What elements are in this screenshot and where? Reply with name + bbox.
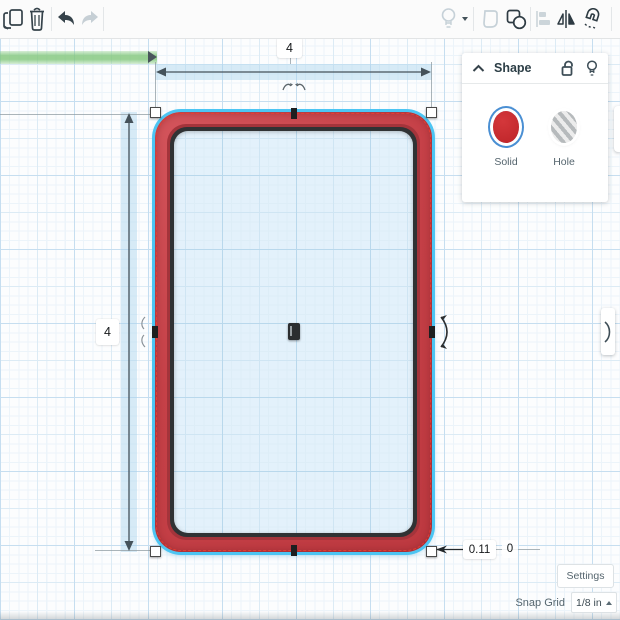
ruler-green-band	[0, 51, 157, 64]
chevron-up-icon[interactable]	[472, 64, 485, 73]
align-icon[interactable]	[533, 0, 553, 38]
lightbulb-icon[interactable]	[586, 59, 598, 77]
resize-handle-top-right[interactable]	[426, 107, 437, 118]
toolbar-divider	[51, 7, 52, 31]
rotate-handle-left-icon[interactable]	[138, 315, 148, 349]
top-toolbar	[0, 0, 620, 39]
shape-panel-header: Shape	[462, 53, 608, 84]
resize-handle-top-left[interactable]	[150, 107, 161, 118]
raise-lower-handle[interactable]	[287, 323, 300, 340]
toolbar-divider	[611, 7, 612, 31]
mirror-icon[interactable]	[555, 0, 577, 38]
unlock-icon[interactable]	[561, 60, 575, 77]
shape-panel-title: Shape	[494, 61, 532, 75]
hole-swatch-label: Hole	[553, 156, 575, 168]
toolbar-divider	[473, 7, 474, 31]
toolbar-divider	[103, 7, 104, 31]
solid-swatch-circle	[493, 111, 519, 143]
height-dimension-arrow	[124, 113, 134, 551]
outline-shape-icon[interactable]	[479, 0, 501, 38]
height-dimension-label[interactable]: 4	[96, 319, 119, 345]
snap-grid-select[interactable]: 1/8 in	[571, 592, 617, 613]
toolbar-divider	[530, 7, 531, 31]
lightbulb-dropdown-icon[interactable]	[459, 0, 471, 38]
delete-icon[interactable]	[26, 0, 48, 38]
redo-icon[interactable]	[78, 0, 102, 38]
undo-icon[interactable]	[54, 0, 78, 38]
copy-icon[interactable]	[2, 0, 26, 38]
shape-panel: Shape Solid Hole	[462, 53, 608, 202]
resize-handle-right[interactable]	[429, 326, 435, 338]
magnet-icon[interactable]	[580, 0, 604, 38]
width-dimension-label[interactable]: 4	[277, 37, 302, 58]
partial-side-tab[interactable]	[614, 106, 620, 152]
hole-swatch-circle	[551, 111, 577, 143]
snap-grid-label: Snap Grid	[515, 596, 565, 609]
rotate-handle-top-icon[interactable]	[281, 81, 307, 93]
snap-grid-value: 1/8 in	[576, 596, 602, 609]
width-dimension-arrow	[156, 67, 431, 77]
resize-handle-bottom[interactable]	[290, 545, 297, 556]
rotate-handle-right-icon[interactable]	[437, 310, 453, 354]
collapse-panel-tab[interactable]	[601, 308, 615, 355]
settings-button[interactable]: Settings	[557, 564, 614, 588]
chevron-right-icon	[604, 320, 611, 343]
selected-shape[interactable]	[141, 83, 448, 557]
elevation-label[interactable]: 0	[502, 540, 518, 558]
resize-handle-top[interactable]	[290, 108, 297, 119]
radius-dimension-label[interactable]: 0.11	[463, 540, 496, 559]
resize-handle-left[interactable]	[152, 326, 158, 338]
hole-swatch[interactable]: Hole	[546, 106, 582, 168]
caret-up-icon	[606, 600, 612, 605]
resize-handle-bottom-left[interactable]	[150, 546, 161, 557]
solid-swatch-label: Solid	[494, 156, 518, 168]
lightbulb-icon[interactable]	[437, 0, 459, 38]
group-icon[interactable]	[504, 0, 528, 38]
radius-arrow	[436, 545, 463, 554]
solid-swatch[interactable]: Solid	[488, 106, 524, 168]
snap-grid-row: Snap Grid 1/8 in	[0, 592, 620, 613]
